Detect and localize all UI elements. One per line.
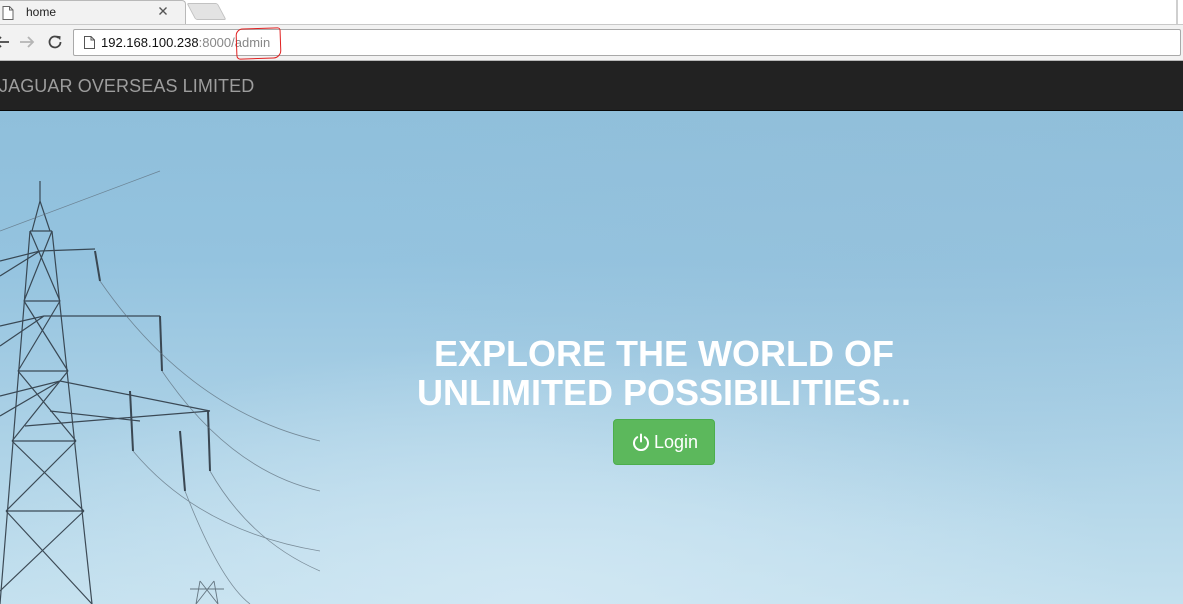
reload-icon[interactable] bbox=[46, 33, 64, 51]
close-icon[interactable] bbox=[156, 4, 170, 18]
headline-line-1: EXPLORE THE WORLD OF bbox=[433, 333, 894, 374]
brand-link[interactable]: JAGUAR OVERSEAS LIMITED bbox=[0, 76, 254, 97]
browser-tab-home[interactable]: home bbox=[0, 0, 186, 24]
window-edge bbox=[1176, 0, 1178, 24]
power-icon bbox=[633, 433, 649, 451]
login-button[interactable]: Login bbox=[613, 419, 715, 465]
site-navbar: JAGUAR OVERSEAS LIMITED bbox=[0, 61, 1183, 111]
browser-tabstrip: home bbox=[0, 0, 1183, 24]
back-arrow-icon[interactable] bbox=[0, 33, 11, 51]
browser-toolbar: 192.168.100.238:8000/admin bbox=[0, 24, 1183, 61]
hero-section: EXPLORE THE WORLD OF UNLIMITED POSSIBILI… bbox=[0, 111, 1183, 604]
page-info-icon[interactable] bbox=[84, 36, 95, 49]
headline-line-2: UNLIMITED POSSIBILITIES... bbox=[416, 372, 912, 413]
page-icon bbox=[2, 6, 14, 20]
url-port: :8000 bbox=[198, 35, 232, 50]
url-host: 192.168.100.238 bbox=[101, 35, 199, 50]
login-label: Login bbox=[654, 432, 699, 452]
power-tower-image bbox=[0, 170, 320, 604]
handdrawn-highlight-circle bbox=[235, 27, 282, 60]
new-tab-button[interactable] bbox=[186, 3, 227, 20]
forward-arrow-icon[interactable] bbox=[18, 33, 36, 51]
tab-title: home bbox=[26, 5, 57, 19]
hero-headline: EXPLORE THE WORLD OF UNLIMITED POSSIBILI… bbox=[414, 334, 914, 412]
